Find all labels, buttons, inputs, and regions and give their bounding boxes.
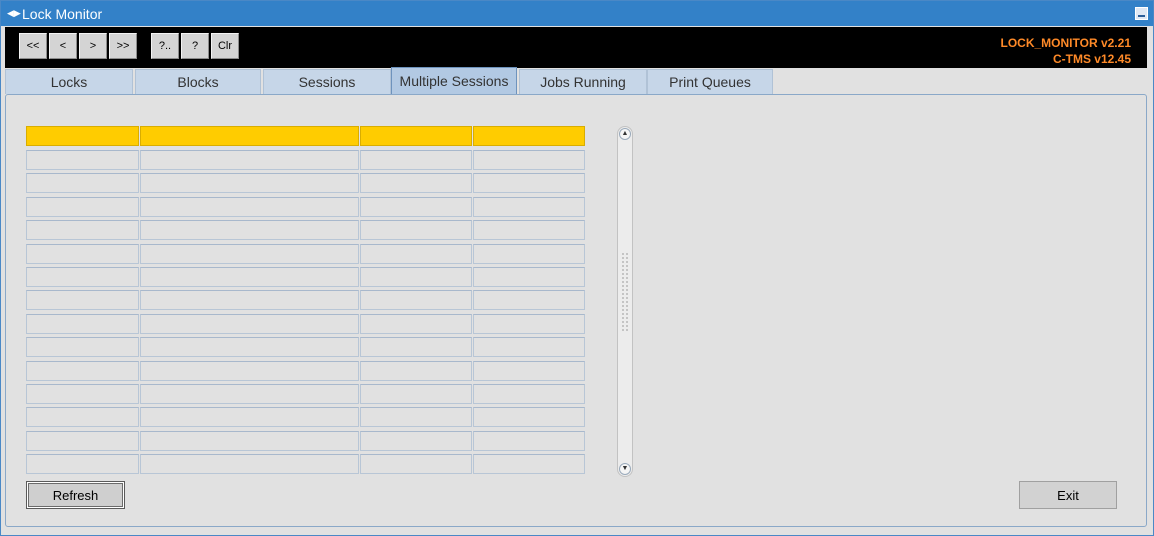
grid-cell[interactable]: [360, 431, 472, 451]
grid-cell[interactable]: [473, 384, 585, 404]
previous-record-button[interactable]: <: [49, 33, 77, 59]
grid-header-cell: [26, 126, 139, 146]
grid-cell[interactable]: [473, 314, 585, 334]
scroll-down-arrow-icon[interactable]: ▼: [619, 463, 631, 475]
version-info: LOCK_MONITOR v2.21 C-TMS v12.45: [1001, 35, 1131, 67]
tab-strip: Locks Blocks Sessions Multiple Sessions …: [5, 67, 1147, 95]
lock-monitor-window: ◀▶ Lock Monitor << < > >> ?.. ? Clr LOCK…: [0, 0, 1154, 536]
grid-cell[interactable]: [473, 267, 585, 287]
grid-cell[interactable]: [26, 173, 139, 193]
grid-cell[interactable]: [360, 197, 472, 217]
grid-cell[interactable]: [26, 431, 139, 451]
grid-cell[interactable]: [140, 244, 359, 264]
grid-cell[interactable]: [360, 220, 472, 240]
grid-cell[interactable]: [360, 337, 472, 357]
vertical-scrollbar[interactable]: ▲ ▼: [617, 126, 633, 477]
grid-cell[interactable]: [26, 290, 139, 310]
grid-cell[interactable]: [473, 150, 585, 170]
grid-cell[interactable]: [140, 407, 359, 427]
grid-cell[interactable]: [473, 220, 585, 240]
grid-cell[interactable]: [26, 150, 139, 170]
title-bar: ◀▶ Lock Monitor: [1, 1, 1153, 26]
grid-cell[interactable]: [360, 384, 472, 404]
minimize-button[interactable]: [1135, 7, 1148, 20]
grid-cell[interactable]: [360, 244, 472, 264]
grid-cell[interactable]: [360, 290, 472, 310]
grid-cell[interactable]: [473, 337, 585, 357]
grid-cell[interactable]: [140, 314, 359, 334]
clear-button[interactable]: Clr: [211, 33, 239, 59]
grid-cell[interactable]: [473, 290, 585, 310]
grid-cell[interactable]: [140, 197, 359, 217]
grid-cell[interactable]: [26, 197, 139, 217]
window-title: Lock Monitor: [22, 6, 103, 22]
tab-jobs-running[interactable]: Jobs Running: [519, 69, 647, 94]
grid-cell[interactable]: [140, 150, 359, 170]
tab-print-queues[interactable]: Print Queues: [647, 69, 773, 94]
window-app-icon: ◀▶: [7, 8, 21, 18]
tab-locks[interactable]: Locks: [5, 69, 133, 94]
grid-cell[interactable]: [360, 150, 472, 170]
grid-cell[interactable]: [473, 361, 585, 381]
grid-cell[interactable]: [140, 361, 359, 381]
grid-cell[interactable]: [26, 267, 139, 287]
exit-button[interactable]: Exit: [1019, 481, 1117, 509]
app-version: LOCK_MONITOR v2.21: [1000, 36, 1131, 50]
grid-cell[interactable]: [26, 220, 139, 240]
system-version: C-TMS v12.45: [1052, 52, 1131, 66]
last-record-button[interactable]: >>: [109, 33, 137, 59]
grid-cell[interactable]: [140, 290, 359, 310]
tab-blocks[interactable]: Blocks: [135, 69, 261, 94]
tab-multiple-sessions[interactable]: Multiple Sessions: [391, 67, 517, 94]
grid-cell[interactable]: [360, 361, 472, 381]
grid-cell[interactable]: [26, 407, 139, 427]
grid-cell[interactable]: [26, 337, 139, 357]
grid-cell[interactable]: [26, 314, 139, 334]
minimize-icon: [1138, 15, 1145, 17]
grid-cell[interactable]: [140, 173, 359, 193]
next-record-button[interactable]: >: [79, 33, 107, 59]
grid-cell[interactable]: [26, 384, 139, 404]
grid-cell[interactable]: [473, 407, 585, 427]
grid-cell[interactable]: [140, 337, 359, 357]
grid-cell[interactable]: [26, 244, 139, 264]
grid-cell[interactable]: [140, 454, 359, 474]
grid-cell[interactable]: [140, 267, 359, 287]
grid-cell[interactable]: [473, 431, 585, 451]
grid-cell[interactable]: [140, 431, 359, 451]
grid-cell[interactable]: [360, 267, 472, 287]
grid-header-cell: [473, 126, 585, 146]
grid-cell[interactable]: [140, 384, 359, 404]
grid-cell[interactable]: [360, 314, 472, 334]
grid-cell[interactable]: [473, 197, 585, 217]
tab-sessions[interactable]: Sessions: [263, 69, 391, 94]
grid-header-cell: [140, 126, 359, 146]
scroll-up-arrow-icon[interactable]: ▲: [619, 128, 631, 140]
refresh-button[interactable]: Refresh: [26, 481, 125, 509]
grid-cell[interactable]: [360, 407, 472, 427]
grid-header-cell: [360, 126, 472, 146]
grid-cell[interactable]: [473, 454, 585, 474]
toolbar: << < > >> ?.. ? Clr LOCK_MONITOR v2.21 C…: [5, 27, 1147, 68]
grid-cell[interactable]: [473, 173, 585, 193]
grid-cell[interactable]: [26, 454, 139, 474]
scroll-grip[interactable]: [621, 252, 629, 332]
grid-cell[interactable]: [26, 361, 139, 381]
enter-query-button[interactable]: ?..: [151, 33, 179, 59]
grid-cell[interactable]: [360, 173, 472, 193]
first-record-button[interactable]: <<: [19, 33, 47, 59]
grid-cell[interactable]: [140, 220, 359, 240]
grid-cell[interactable]: [473, 244, 585, 264]
multiple-sessions-panel: ▲ ▼ Refresh Exit: [5, 94, 1147, 527]
execute-query-button[interactable]: ?: [181, 33, 209, 59]
grid-cell[interactable]: [360, 454, 472, 474]
